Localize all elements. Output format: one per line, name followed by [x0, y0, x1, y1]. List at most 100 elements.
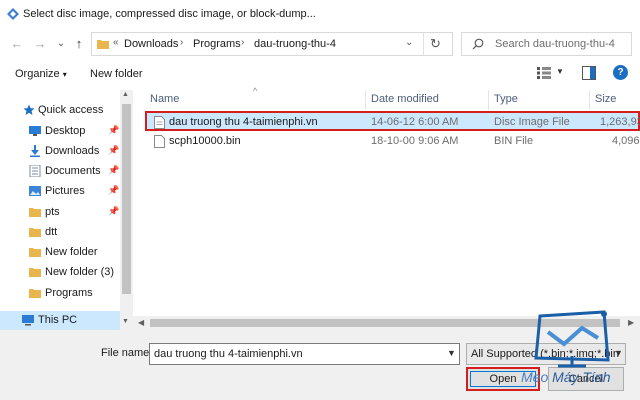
- documents-icon: [29, 165, 41, 177]
- file-date: 14-06-12 6:00 AM: [371, 116, 459, 128]
- pin-icon: 📌: [108, 165, 120, 175]
- download-icon: [30, 145, 40, 157]
- chevron-down-icon[interactable]: ⌄: [405, 37, 413, 48]
- star-icon: [23, 104, 35, 115]
- sidebar-item-label: Programs: [45, 287, 93, 299]
- title-bar: Select disc image, compressed disc image…: [0, 0, 640, 30]
- pin-icon: 📌: [108, 125, 120, 135]
- sidebar-item-quick-access[interactable]: Quick access: [0, 100, 120, 120]
- sidebar-scroll-thumb[interactable]: [122, 104, 131, 294]
- watermark-logo: [534, 310, 610, 368]
- sidebar-item-label: Quick access: [38, 104, 104, 116]
- sidebar-item-label: This PC: [38, 314, 78, 326]
- window-title: Select disc image, compressed disc image…: [23, 8, 316, 20]
- sidebar-item-label: Documents: [45, 165, 101, 177]
- breadcrumb-programs[interactable]: Programs: [193, 38, 241, 50]
- column-divider[interactable]: [589, 90, 590, 110]
- pin-icon: 📌: [108, 145, 120, 155]
- file-name: scph10000.bin: [169, 135, 241, 147]
- divider: [423, 33, 424, 55]
- column-divider[interactable]: [365, 90, 366, 110]
- file-date: 18-10-00 9:06 AM: [371, 135, 459, 147]
- scroll-left-icon[interactable]: ◀: [138, 318, 144, 327]
- sidebar-item-new-folder[interactable]: New folder: [0, 242, 120, 262]
- folder-icon: [29, 228, 41, 237]
- breadcrumb-chevron-icon[interactable]: ›: [180, 37, 183, 48]
- file-type: Disc Image File: [494, 116, 570, 128]
- sort-caret-icon: ^: [253, 86, 258, 96]
- pin-icon: 📌: [108, 206, 120, 216]
- sidebar-item-label: Desktop: [45, 125, 86, 137]
- file-type: BIN File: [494, 135, 534, 147]
- column-header-size[interactable]: Size: [595, 93, 616, 105]
- file-size: 4,096: [612, 135, 640, 147]
- recent-locations-button[interactable]: ⌄: [52, 35, 70, 53]
- search-icon: [472, 38, 484, 50]
- sidebar-item-label: pts: [45, 206, 60, 218]
- navigation-bar: ← → ⌄ ↑ « Downloads › Programs › dau-tru…: [0, 30, 640, 58]
- file-name-value: dau truong thu 4-taimienphi.vn: [154, 348, 303, 360]
- navigation-pane: Quick access Desktop 📌 Downloads 📌 Docum…: [0, 90, 133, 330]
- watermark-text: Meo Máy Tính: [521, 369, 610, 385]
- scroll-down-icon[interactable]: ▼: [122, 318, 129, 325]
- sidebar-item-pictures[interactable]: Pictures 📌: [0, 181, 120, 201]
- breadcrumb-overflow-icon[interactable]: «: [113, 37, 119, 48]
- app-icon: [7, 8, 19, 20]
- refresh-icon[interactable]: ↻: [430, 36, 441, 52]
- table-row[interactable]: dau truong thu 4-taimienphi.vn 14-06-12 …: [145, 111, 640, 131]
- column-header-name[interactable]: Name: [150, 93, 179, 105]
- folder-icon: [29, 289, 41, 298]
- column-header-date-modified[interactable]: Date modified: [371, 93, 439, 105]
- view-options-icon[interactable]: [537, 67, 551, 79]
- address-bar[interactable]: « Downloads › Programs › dau-truong-thu-…: [91, 32, 453, 56]
- column-divider[interactable]: [488, 90, 489, 110]
- sidebar-item-label: dtt: [45, 226, 58, 238]
- folder-icon: [29, 268, 41, 277]
- sidebar-item-pts[interactable]: pts 📌: [0, 202, 120, 222]
- sidebar-item-label: New folder (3): [45, 266, 115, 278]
- chevron-down-icon[interactable]: ▼: [447, 348, 456, 358]
- sidebar-item-dtt[interactable]: dtt: [0, 222, 120, 242]
- caret-down-icon: ▾: [62, 70, 67, 79]
- search-box[interactable]: Search dau-truong-thu-4: [461, 32, 632, 56]
- disc-image-file-icon: [154, 116, 165, 129]
- watermark-text-b: Máy Tính: [552, 369, 611, 385]
- command-bar: Organize ▾ New folder ▼ ?: [0, 58, 640, 90]
- breadcrumb-current[interactable]: dau-truong-thu-4: [254, 38, 336, 50]
- column-header-type[interactable]: Type: [494, 93, 518, 105]
- forward-button[interactable]: →: [31, 35, 49, 53]
- scroll-up-icon[interactable]: ▲: [122, 91, 129, 98]
- search-input[interactable]: Search dau-truong-thu-4: [495, 38, 615, 50]
- caret-down-icon[interactable]: ▼: [556, 67, 564, 76]
- up-button[interactable]: ↑: [70, 35, 88, 53]
- sidebar-item-label: Downloads: [45, 145, 100, 157]
- sidebar-item-programs[interactable]: Programs: [0, 283, 120, 303]
- help-icon[interactable]: ?: [613, 65, 628, 80]
- sidebar-item-documents[interactable]: Documents 📌: [0, 161, 120, 181]
- sidebar-item-label: New folder: [45, 246, 98, 258]
- file-icon: [154, 135, 165, 148]
- organize-label: Organize: [15, 68, 60, 80]
- sidebar-item-desktop[interactable]: Desktop 📌: [0, 121, 120, 141]
- file-size: 1,263,93: [600, 116, 640, 128]
- file-list: ^ Name Date modified Type Size dau truon…: [133, 86, 640, 315]
- sidebar-item-this-pc[interactable]: This PC: [0, 311, 120, 331]
- breadcrumb-downloads[interactable]: Downloads: [124, 38, 178, 50]
- desktop-icon: [29, 126, 41, 136]
- pin-icon: 📌: [108, 185, 120, 195]
- pictures-icon: [29, 186, 41, 196]
- back-button[interactable]: ←: [8, 35, 26, 53]
- watermark-text-a: Meo: [521, 369, 553, 385]
- table-row[interactable]: scph10000.bin 18-10-00 9:06 AM BIN File …: [145, 132, 640, 152]
- organize-button[interactable]: Organize ▾: [15, 68, 67, 80]
- preview-pane-icon[interactable]: [582, 66, 596, 80]
- sidebar-item-label: Pictures: [45, 185, 85, 197]
- folder-icon: [97, 40, 109, 49]
- new-folder-button[interactable]: New folder: [90, 68, 143, 80]
- file-name: dau truong thu 4-taimienphi.vn: [169, 116, 318, 128]
- file-name-field[interactable]: dau truong thu 4-taimienphi.vn ▼: [149, 343, 460, 365]
- folder-icon: [29, 208, 41, 217]
- breadcrumb-chevron-icon[interactable]: ›: [241, 37, 244, 48]
- sidebar-item-new-folder-3[interactable]: New folder (3): [0, 262, 120, 282]
- sidebar-item-downloads[interactable]: Downloads 📌: [0, 141, 120, 161]
